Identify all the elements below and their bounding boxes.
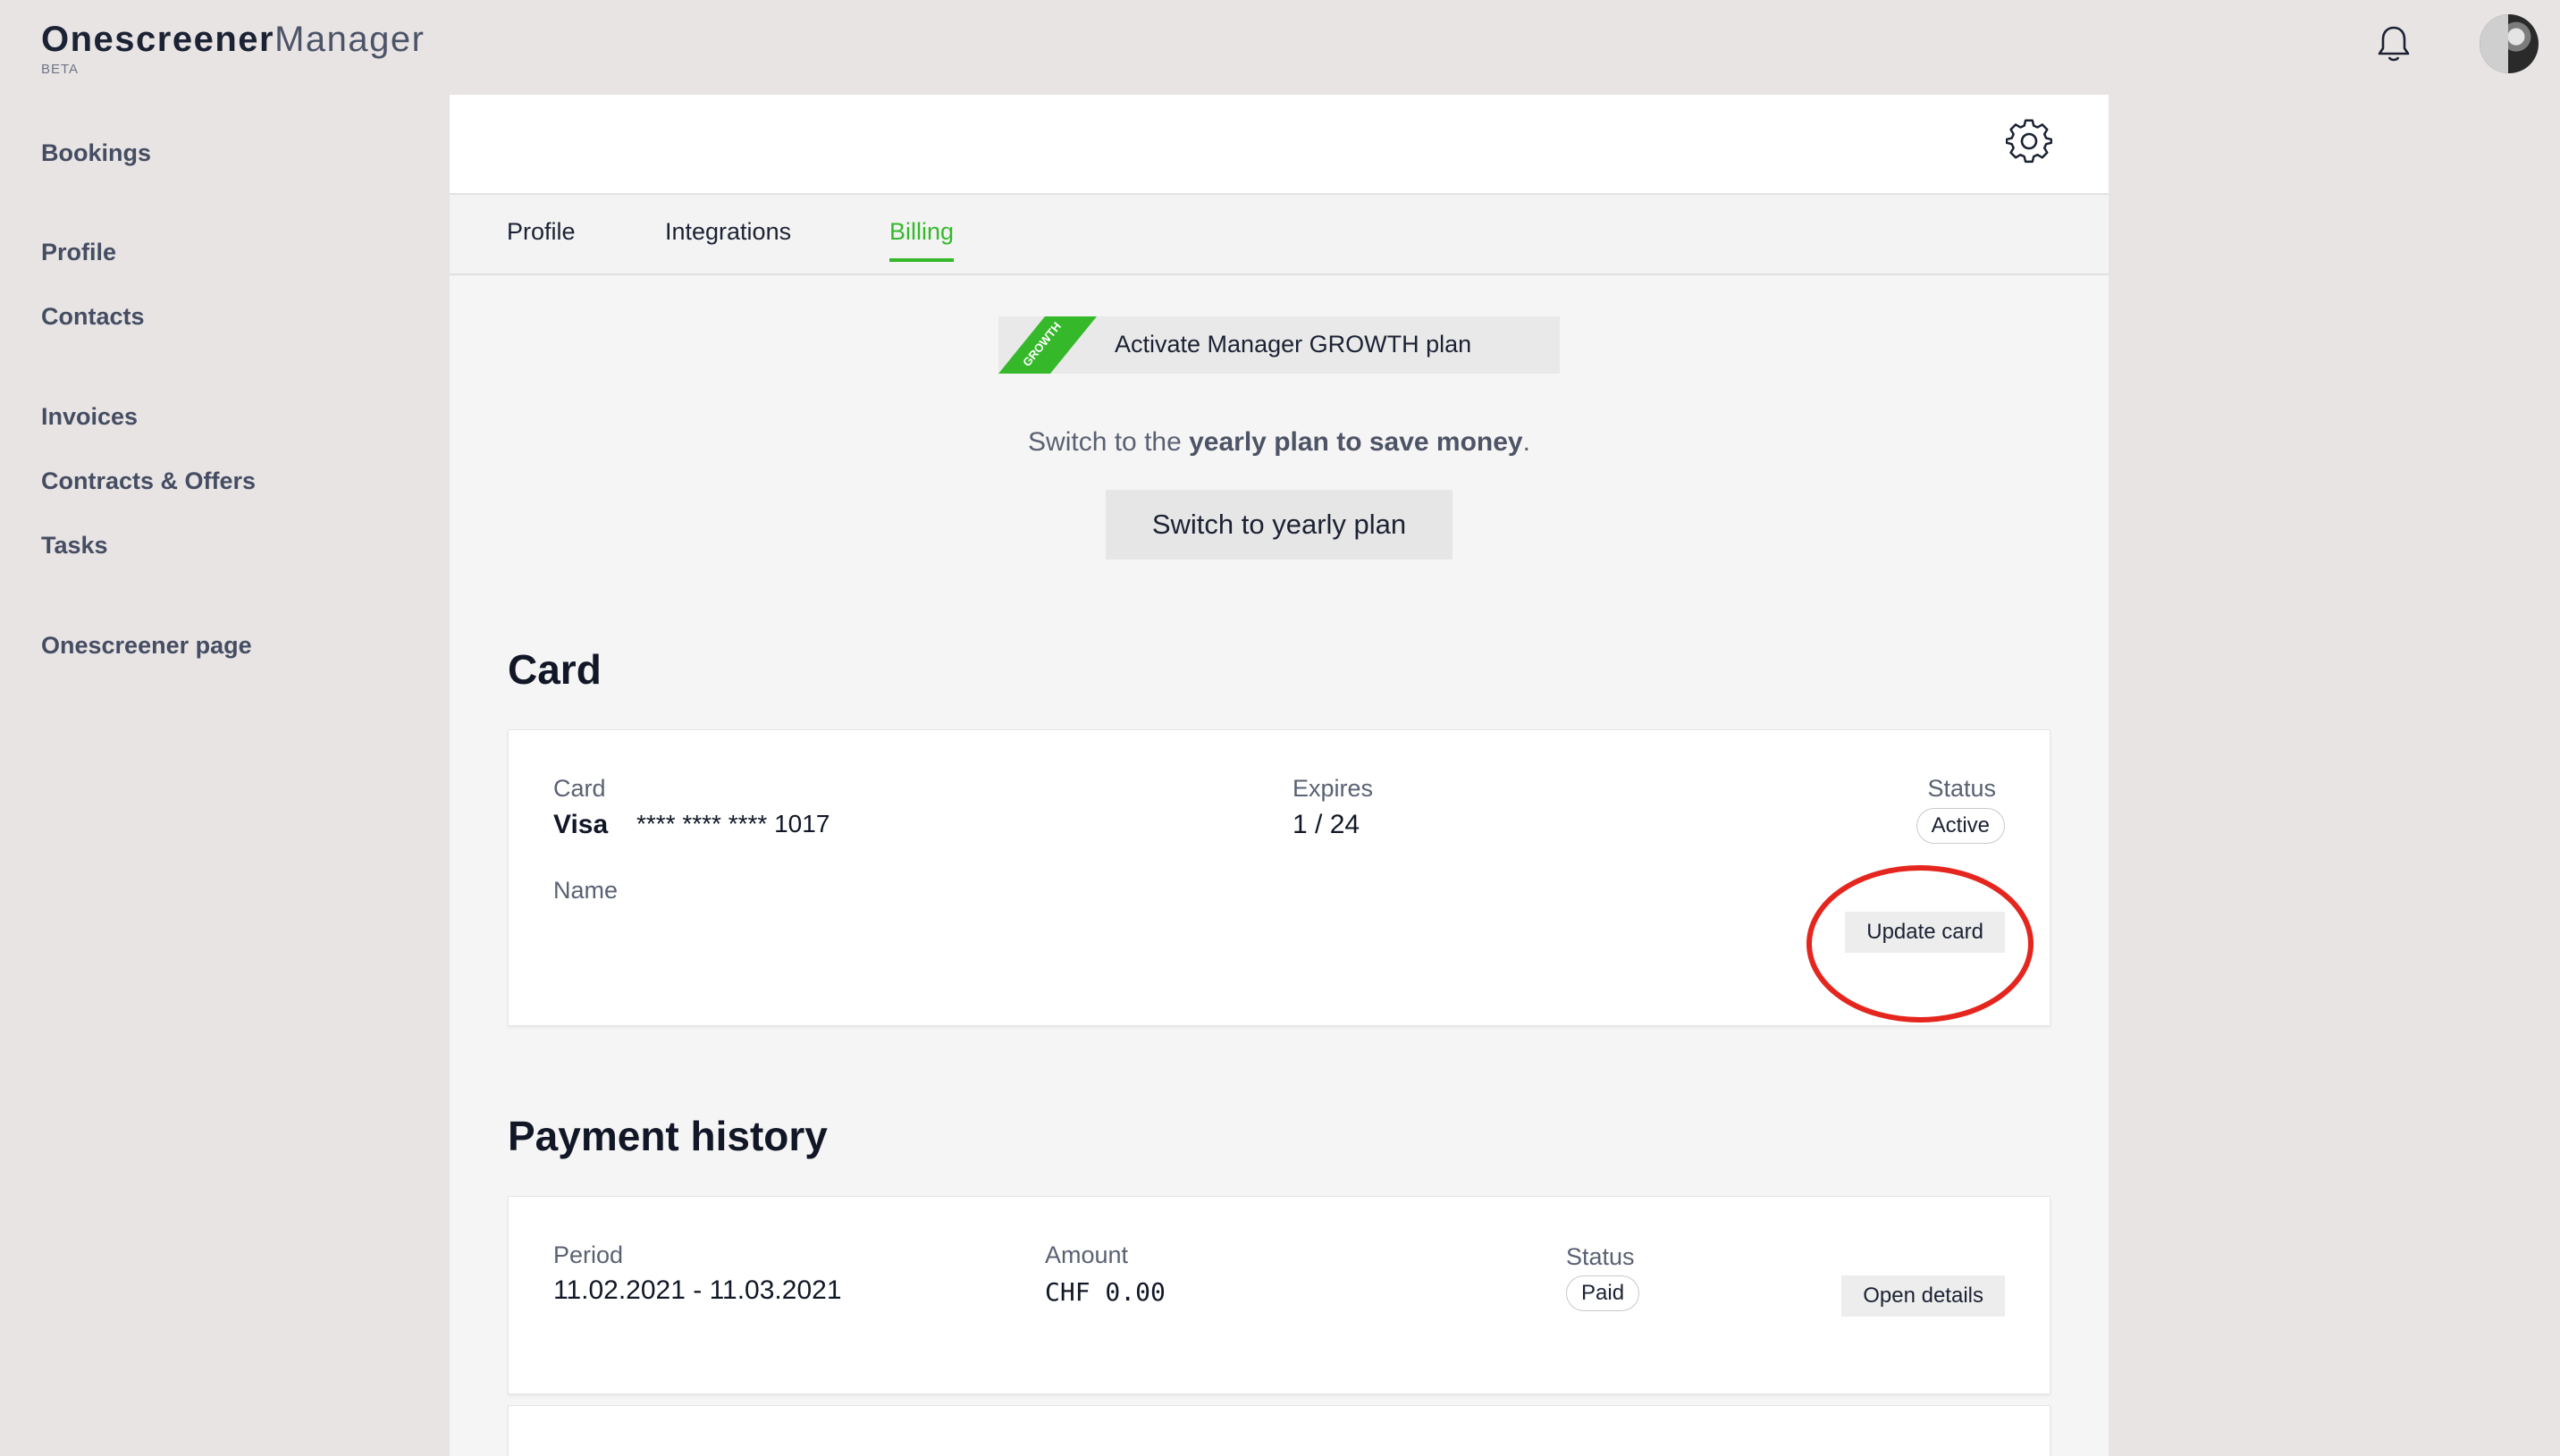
card-brand: Visa bbox=[553, 810, 609, 839]
payment-history-title: Payment history bbox=[508, 1113, 828, 1159]
sidebar-item-contacts[interactable]: Contacts bbox=[41, 303, 145, 331]
app-logo[interactable]: OnescreenerManager BETA bbox=[41, 20, 425, 77]
tab-billing[interactable]: Billing bbox=[889, 218, 955, 262]
period-value: 11.02.2021 - 11.03.2021 bbox=[553, 1275, 842, 1305]
sidebar-item-tasks[interactable]: Tasks bbox=[41, 532, 108, 560]
open-details-button[interactable]: Open details bbox=[1841, 1275, 2005, 1317]
amount-label: Amount bbox=[1045, 1241, 1129, 1268]
panel-header bbox=[450, 95, 2109, 195]
card-panel: Card Visa **** **** **** 1017 Expires 1 … bbox=[508, 729, 2051, 1026]
switch-yearly-plan-button[interactable]: Switch to yearly plan bbox=[1106, 490, 1453, 560]
brand-product: Manager bbox=[274, 20, 425, 59]
settings-panel: Profile Integrations Billing GROWTH Acti… bbox=[450, 95, 2109, 1456]
payment-row: Period 11.02.2021 - 11.03.2021 Amount CH… bbox=[508, 1196, 2051, 1394]
payment-status-label: Status bbox=[1566, 1243, 1635, 1270]
sidebar-item-profile[interactable]: Profile bbox=[41, 239, 116, 266]
user-avatar[interactable] bbox=[2480, 14, 2539, 73]
payment-status-badge: Paid bbox=[1566, 1275, 1640, 1311]
brand-name: Onescreener bbox=[41, 20, 275, 59]
activate-growth-plan-button[interactable]: GROWTH Activate Manager GROWTH plan bbox=[998, 316, 1560, 374]
yearly-plan-hint: Switch to the yearly plan to save money. bbox=[450, 427, 2109, 458]
sidebar-item-bookings[interactable]: Bookings bbox=[41, 139, 151, 167]
update-card-button[interactable]: Update card bbox=[1845, 912, 2005, 953]
sidebar-item-onescreener-page[interactable]: Onescreener page bbox=[41, 632, 252, 660]
tab-integrations[interactable]: Integrations bbox=[665, 218, 791, 258]
settings-tabs: Profile Integrations Billing bbox=[450, 195, 2109, 275]
card-label: Card bbox=[553, 775, 606, 802]
beta-badge: BETA bbox=[41, 62, 80, 77]
gear-icon[interactable] bbox=[2006, 118, 2052, 164]
amount-value: CHF 0.00 bbox=[1045, 1277, 1166, 1307]
hint-suffix: . bbox=[1522, 427, 1530, 457]
growth-ribbon: GROWTH bbox=[998, 316, 1097, 374]
hint-bold: yearly plan to save money bbox=[1189, 427, 1523, 457]
card-status-badge: Active bbox=[1916, 808, 2005, 844]
tab-profile[interactable]: Profile bbox=[507, 218, 576, 258]
expires-label: Expires bbox=[1293, 775, 1374, 802]
card-status-label: Status bbox=[1927, 775, 1996, 802]
payment-row-next bbox=[508, 1405, 2051, 1456]
card-number: **** **** **** 1017 bbox=[636, 810, 830, 837]
period-label: Period bbox=[553, 1241, 624, 1268]
card-section-title: Card bbox=[508, 646, 602, 693]
sidebar-item-invoices[interactable]: Invoices bbox=[41, 403, 138, 431]
bell-icon[interactable] bbox=[2376, 23, 2412, 64]
sidebar-item-contracts-offers[interactable]: Contracts & Offers bbox=[41, 467, 256, 495]
growth-plan-label: Activate Manager GROWTH plan bbox=[1115, 331, 1472, 358]
expires-value: 1 / 24 bbox=[1293, 810, 1360, 839]
cardholder-name-label: Name bbox=[553, 877, 619, 904]
hint-prefix: Switch to the bbox=[1028, 427, 1190, 457]
